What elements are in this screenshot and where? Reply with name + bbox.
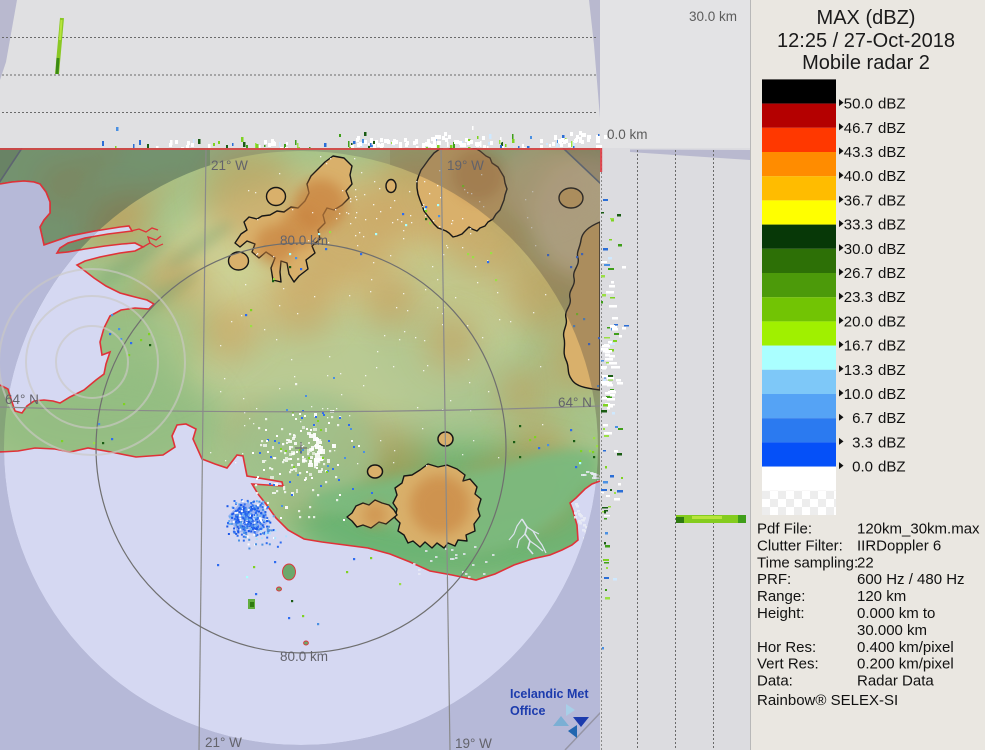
svg-text:46.7: 46.7 — [844, 120, 873, 137]
svg-text:64° N: 64° N — [5, 392, 39, 407]
svg-text:Icelandic Met: Icelandic Met — [510, 687, 589, 701]
svg-text:33.3: 33.3 — [844, 217, 873, 234]
svg-text:0.200 km/pixel: 0.200 km/pixel — [857, 656, 954, 673]
svg-text:0.0 km: 0.0 km — [607, 127, 648, 142]
svg-text:0.0: 0.0 — [852, 459, 873, 476]
svg-text:Vert Res:: Vert Res: — [757, 656, 819, 673]
svg-text:21° W: 21° W — [211, 158, 248, 173]
svg-text:21° W: 21° W — [205, 735, 242, 750]
svg-text:80.0 km: 80.0 km — [280, 233, 328, 248]
svg-text:16.7: 16.7 — [844, 338, 873, 355]
svg-text:43.3: 43.3 — [844, 144, 873, 161]
svg-text:19° W: 19° W — [447, 158, 484, 173]
svg-text:Clutter Filter:: Clutter Filter: — [757, 537, 843, 554]
svg-text:13.3: 13.3 — [844, 362, 873, 379]
svg-text:PRF:: PRF: — [757, 571, 791, 588]
svg-text:dBZ: dBZ — [878, 265, 906, 282]
svg-text:10.0: 10.0 — [844, 386, 873, 403]
svg-text:Mobile radar 2: Mobile radar 2 — [802, 52, 930, 74]
svg-text:0.400 km/pixel: 0.400 km/pixel — [857, 639, 954, 656]
svg-text:Radar Data: Radar Data — [857, 673, 934, 690]
svg-text:MAX (dBZ): MAX (dBZ) — [817, 7, 916, 29]
svg-text:dBZ: dBZ — [878, 386, 906, 403]
svg-text:dBZ: dBZ — [878, 362, 906, 379]
svg-text:dBZ: dBZ — [878, 410, 906, 427]
svg-text:dBZ: dBZ — [878, 241, 906, 258]
svg-text:dBZ: dBZ — [878, 192, 906, 209]
svg-text:dBZ: dBZ — [878, 144, 906, 161]
svg-text:64° N: 64° N — [558, 395, 592, 410]
svg-text:30.000 km: 30.000 km — [857, 622, 927, 639]
svg-text:22: 22 — [857, 554, 874, 571]
svg-text:6.7: 6.7 — [852, 410, 873, 427]
svg-text:30.0: 30.0 — [844, 241, 873, 258]
svg-text:dBZ: dBZ — [878, 168, 906, 185]
svg-text:dBZ: dBZ — [878, 459, 906, 476]
svg-text:Pdf File:: Pdf File: — [757, 521, 812, 538]
svg-text:dBZ: dBZ — [878, 313, 906, 330]
svg-text:0.000 km to: 0.000 km to — [857, 605, 935, 622]
svg-text:20.0: 20.0 — [844, 313, 873, 330]
svg-text:30.0 km: 30.0 km — [689, 9, 737, 24]
svg-text:Hor Res:: Hor Res: — [757, 639, 816, 656]
svg-text:dBZ: dBZ — [878, 338, 906, 355]
svg-text:Rainbow® SELEX-SI: Rainbow® SELEX-SI — [757, 692, 898, 709]
svg-text:19° W: 19° W — [455, 736, 492, 750]
svg-text:50.0: 50.0 — [844, 96, 873, 113]
svg-text:23.3: 23.3 — [844, 289, 873, 306]
svg-text:Height:: Height: — [757, 605, 805, 622]
svg-text:40.0: 40.0 — [844, 168, 873, 185]
svg-text:36.7: 36.7 — [844, 192, 873, 209]
svg-text:26.7: 26.7 — [844, 265, 873, 282]
svg-text:dBZ: dBZ — [878, 120, 906, 137]
svg-text:80.0 km: 80.0 km — [280, 649, 328, 664]
svg-text:Time sampling:: Time sampling: — [757, 554, 858, 571]
svg-text:dBZ: dBZ — [878, 96, 906, 113]
svg-text:Office: Office — [510, 704, 545, 718]
svg-text:3.3: 3.3 — [852, 434, 873, 451]
svg-text:120 km: 120 km — [857, 588, 906, 605]
svg-text:IIRDoppler 6: IIRDoppler 6 — [857, 537, 941, 554]
svg-text:dBZ: dBZ — [878, 217, 906, 234]
svg-text:120km_30km.max: 120km_30km.max — [857, 521, 980, 538]
svg-text:Range:: Range: — [757, 588, 805, 605]
svg-text:600 Hz / 480 Hz: 600 Hz / 480 Hz — [857, 571, 965, 588]
svg-text:12:25 / 27-Oct-2018: 12:25 / 27-Oct-2018 — [777, 30, 955, 52]
svg-text:dBZ: dBZ — [878, 289, 906, 306]
svg-text:Data:: Data: — [757, 673, 793, 690]
svg-text:dBZ: dBZ — [878, 434, 906, 451]
